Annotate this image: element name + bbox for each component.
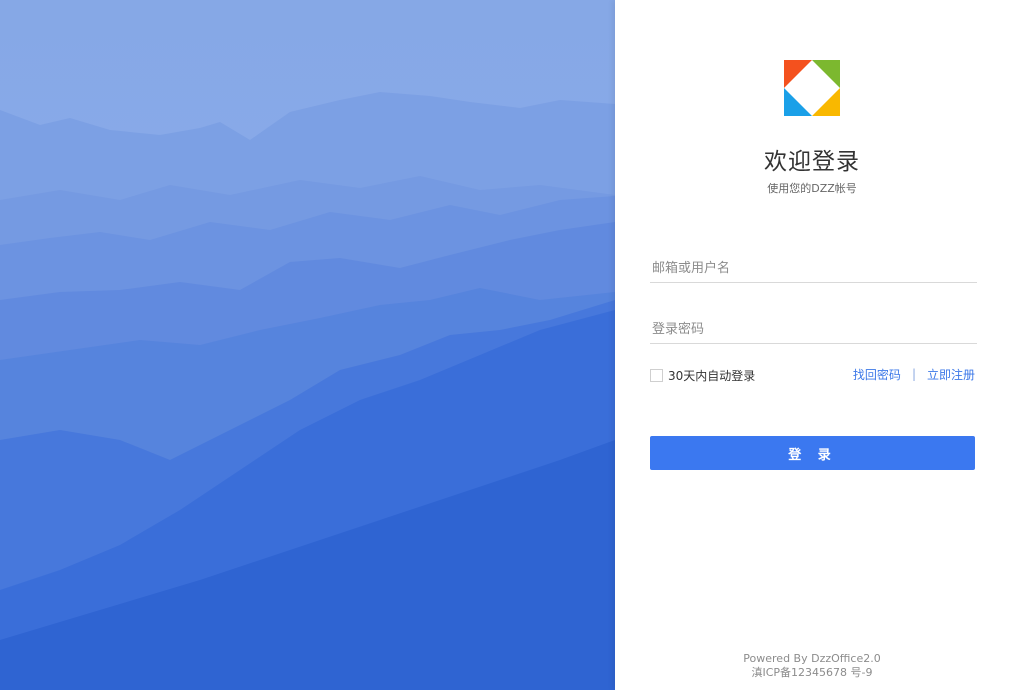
powered-by-text: Powered By DzzOffice2.0 bbox=[743, 652, 881, 665]
login-subtitle: 使用您的DZZ帐号 bbox=[767, 182, 857, 195]
login-panel: 欢迎登录 使用您的DZZ帐号 30天内自动登录 找回密码 | 立即注册 登 录 … bbox=[615, 0, 1009, 690]
remember-checkbox[interactable] bbox=[650, 368, 663, 382]
remember-me[interactable]: 30天内自动登录 bbox=[650, 367, 755, 383]
footer: Powered By DzzOffice2.0 滇ICP备12345678 号-… bbox=[615, 652, 1009, 680]
remember-label: 30天内自动登录 bbox=[668, 368, 756, 383]
login-page: 欢迎登录 使用您的DZZ帐号 30天内自动登录 找回密码 | 立即注册 登 录 … bbox=[0, 0, 1009, 690]
dzz-logo bbox=[784, 60, 840, 116]
forgot-password-link[interactable]: 找回密码 bbox=[853, 366, 901, 383]
mountain-background bbox=[0, 0, 615, 690]
password-input[interactable] bbox=[650, 315, 977, 344]
account-links: 找回密码 | 立即注册 bbox=[853, 366, 975, 382]
icp-text: 滇ICP备12345678 号-9 bbox=[751, 666, 873, 679]
link-separator: | bbox=[911, 367, 916, 381]
login-button[interactable]: 登 录 bbox=[650, 436, 975, 470]
login-title: 欢迎登录 bbox=[764, 149, 860, 175]
username-input[interactable] bbox=[650, 254, 977, 283]
register-link[interactable]: 立即注册 bbox=[927, 366, 975, 383]
